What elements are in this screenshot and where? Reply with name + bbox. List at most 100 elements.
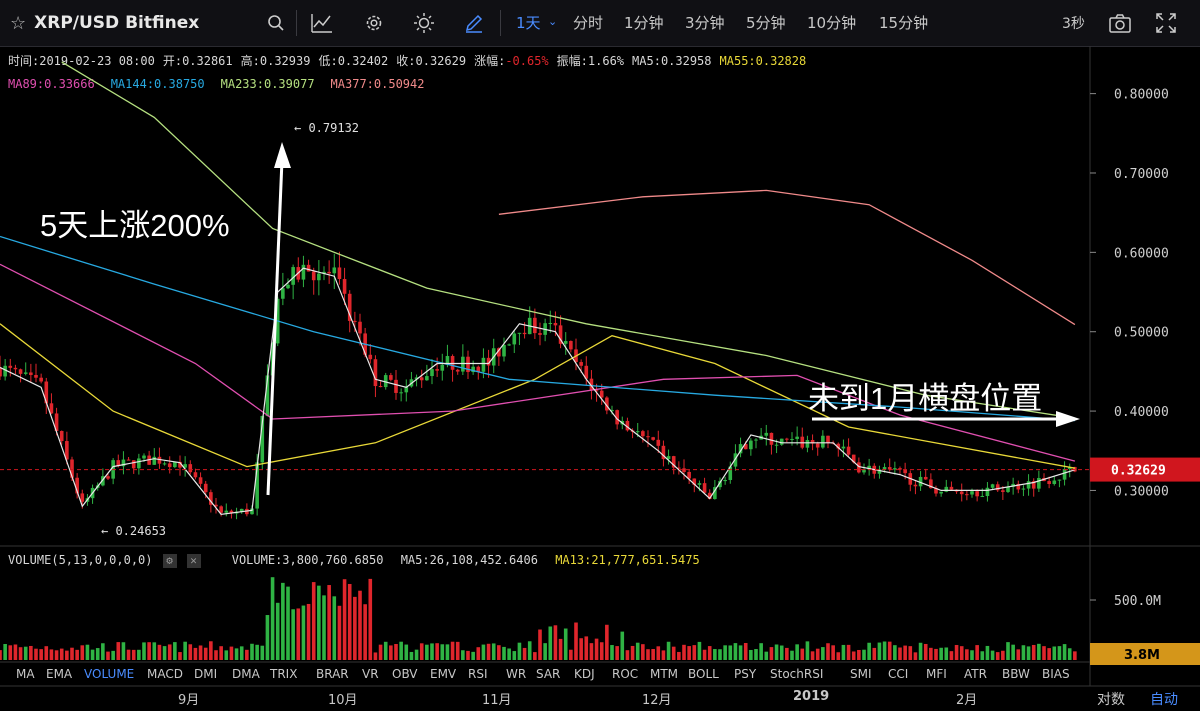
indicator-tab-kdj[interactable]: KDJ (574, 667, 595, 681)
candle-body (795, 436, 799, 439)
indicator-tab-volume[interactable]: VOLUME (84, 667, 134, 681)
candle-body (306, 264, 311, 272)
volume-bar (414, 649, 419, 660)
indicator-tab-bbw[interactable]: BBW (1002, 667, 1030, 681)
volume-bar (142, 642, 146, 660)
candle-body (389, 375, 393, 380)
indicator-tab-sar[interactable]: SAR (536, 667, 560, 681)
indicator-tab-smi[interactable]: SMI (850, 667, 872, 681)
candle-body (599, 390, 604, 398)
indicator-tab-cci[interactable]: CCI (888, 667, 908, 681)
candle-body (512, 333, 517, 345)
y-axis-label: 0.50000 (1114, 326, 1169, 341)
volume-bar (49, 649, 54, 660)
candle-body (990, 484, 995, 488)
volume-bar (939, 647, 943, 660)
volume-bar (296, 608, 301, 660)
volume-bar (620, 631, 625, 660)
candle-body (59, 431, 64, 442)
y-axis-label: 0.60000 (1114, 246, 1169, 261)
volume-bar (111, 650, 115, 660)
volume-bar (1006, 642, 1010, 660)
candle-body (785, 438, 789, 440)
indicator-tab-bias[interactable]: BIAS (1042, 667, 1070, 681)
volume-bar (322, 595, 326, 660)
volume-bar (481, 644, 486, 660)
candle-body (137, 458, 141, 469)
indicator-tab-boll[interactable]: BOLL (688, 667, 719, 681)
volume-bar (162, 646, 167, 660)
price-chart[interactable]: 0.80000 0.70000 0.60000 0.50000 0.40000 0.300… (0, 0, 1200, 711)
volume-bar (610, 645, 614, 660)
volume-bar (214, 650, 218, 660)
volume-bar (394, 644, 398, 660)
candle-body (821, 435, 825, 448)
volume-bar (553, 625, 558, 660)
volume-bar (975, 645, 979, 660)
candle-body (1037, 477, 1041, 489)
candle-body (203, 483, 208, 493)
candle-body (779, 438, 784, 445)
indicator-tab-brar[interactable]: BRAR (316, 667, 349, 681)
volume-bar (1062, 644, 1067, 660)
volume-bar (126, 649, 131, 660)
volume-bar (435, 643, 439, 660)
volume-bar (630, 645, 635, 660)
indicator-tab-dma[interactable]: DMA (232, 667, 260, 681)
volume-bar (44, 646, 49, 660)
auto-scale-button[interactable]: 自动 (1150, 689, 1178, 709)
candle-body (522, 332, 527, 335)
consolidation-arrow-head (1056, 411, 1080, 427)
volume-bar (347, 583, 352, 660)
volume-bar (80, 645, 85, 660)
log-scale-button[interactable]: 对数 (1097, 689, 1125, 709)
candle-body (337, 267, 342, 280)
volume-settings-icon[interactable]: ⚙ (162, 553, 177, 568)
candle-body (697, 483, 702, 485)
indicator-tab-psy[interactable]: PSY (734, 667, 756, 681)
indicator-tab-dmi[interactable]: DMI (194, 667, 217, 681)
volume-bar (131, 649, 136, 660)
volume-bar (759, 643, 763, 660)
indicator-tab-mtm[interactable]: MTM (650, 667, 678, 681)
indicator-tab-mfi[interactable]: MFI (926, 667, 947, 681)
volume-bar (779, 645, 784, 660)
candle-body (651, 437, 655, 440)
candle-body (394, 379, 398, 393)
volume-bar (466, 650, 470, 660)
indicator-tab-macd[interactable]: MACD (147, 667, 183, 681)
indicator-tab-obv[interactable]: OBV (392, 667, 418, 681)
indicator-tab-trix[interactable]: TRIX (270, 667, 297, 681)
volume-bar (985, 645, 990, 660)
indicator-tab-ema[interactable]: EMA (46, 667, 72, 681)
candle-body (126, 459, 131, 461)
ma-line-ma377 (498, 189, 1076, 326)
indicator-tab-vr[interactable]: VR (362, 667, 379, 681)
indicator-tab-wr[interactable]: WR (506, 667, 526, 681)
candle-body (800, 436, 805, 448)
volume-bar (857, 649, 861, 660)
indicator-tab-roc[interactable]: ROC (612, 667, 638, 681)
indicator-tab-stochrsi[interactable]: StochRSI (770, 667, 823, 681)
candle-body (450, 356, 455, 370)
volume-bar (913, 652, 918, 660)
volume-bar (641, 644, 645, 660)
month-label: 2月 (956, 693, 978, 708)
candle-body (29, 372, 33, 375)
month-label: 10月 (328, 693, 358, 708)
indicator-tab-emv[interactable]: EMV (430, 667, 456, 681)
indicator-tab-atr[interactable]: ATR (964, 667, 987, 681)
volume-bar (13, 644, 18, 660)
volume-bar (713, 649, 717, 660)
indicator-tab-ma[interactable]: MA (16, 667, 35, 681)
candle-body (193, 472, 198, 478)
candle-body (373, 359, 378, 387)
volume-close-icon[interactable]: ✕ (186, 553, 201, 568)
candle-body (635, 431, 640, 433)
volume-bar (646, 649, 650, 660)
volume-bar (250, 643, 254, 660)
volume-bar (661, 650, 666, 660)
indicator-tab-rsi[interactable]: RSI (468, 667, 488, 681)
volume-bar (430, 643, 434, 660)
volume-bar (908, 646, 913, 660)
